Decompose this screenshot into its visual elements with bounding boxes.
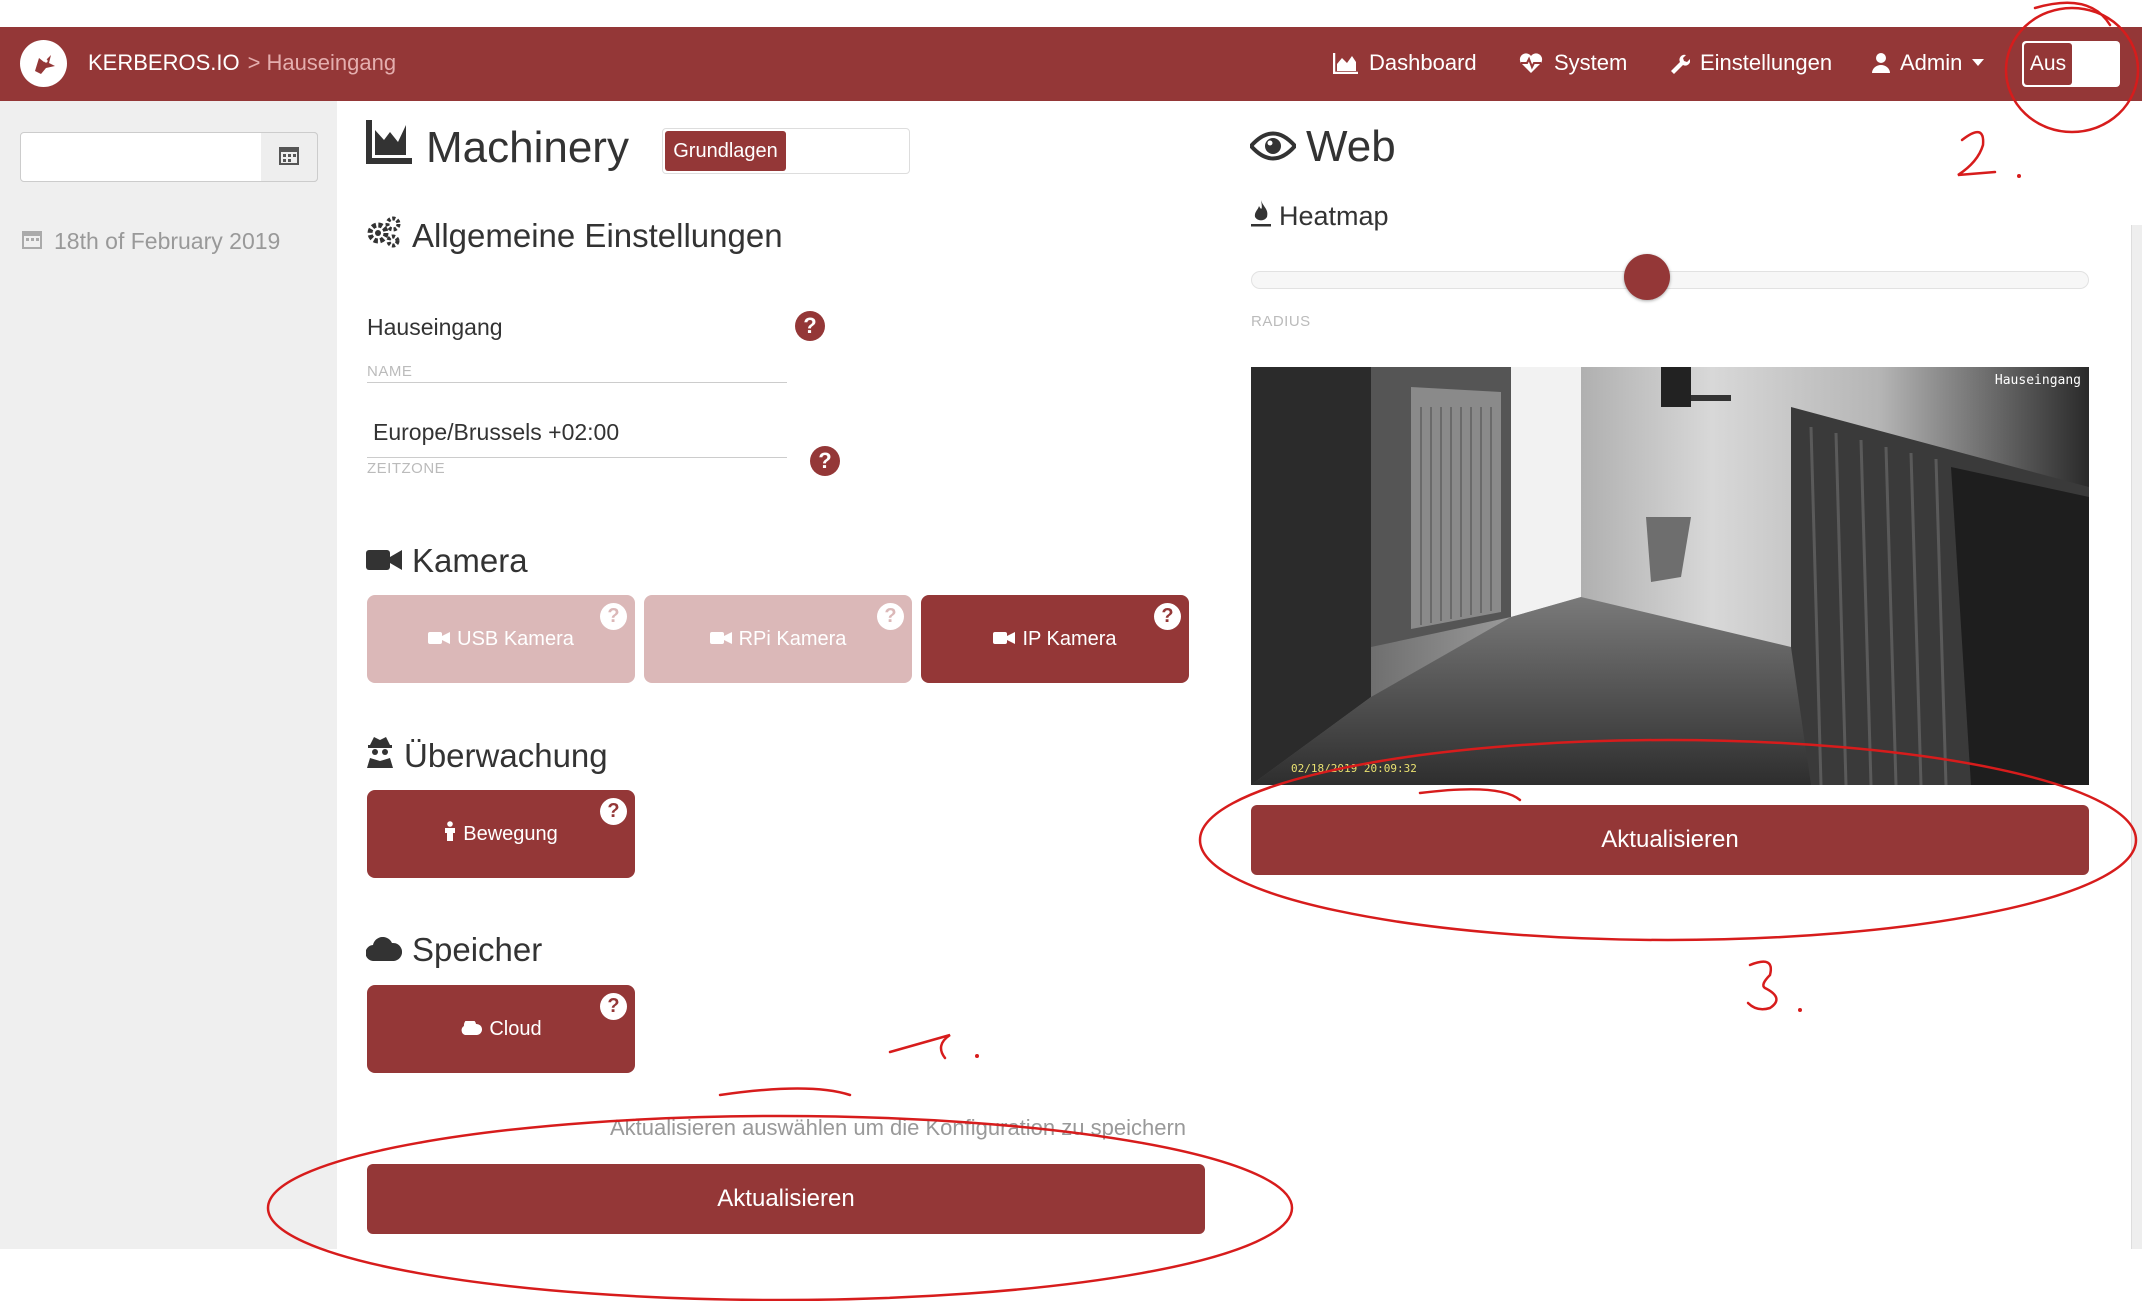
sidebar: 18th of February 2019 <box>0 101 337 1249</box>
name-field-underline <box>367 382 787 383</box>
camera-heading: Kamera <box>366 542 528 580</box>
annotation-number-1-dot <box>975 1054 979 1058</box>
timezone-field-value[interactable]: Europe/Brussels +02:00 <box>373 419 619 446</box>
heatmap-heading: Heatmap <box>1251 199 1389 234</box>
cloud-icon <box>365 931 403 969</box>
eye-icon <box>1248 122 1298 172</box>
video-camera-icon <box>993 628 1016 651</box>
breadcrumb-current: Hauseingang <box>266 50 397 75</box>
calendar-icon <box>279 145 299 170</box>
power-toggle[interactable]: Aus <box>2022 41 2120 87</box>
cloud-label: Cloud <box>489 1017 542 1040</box>
male-icon <box>444 821 456 847</box>
brand[interactable]: KERBEROS.IO > Hauseingang <box>88 50 396 76</box>
heatmap-title: Heatmap <box>1279 201 1389 231</box>
machinery-title: Machinery <box>426 122 629 172</box>
machinery-heading: Machinery <box>366 120 629 175</box>
rpi-camera-help-icon[interactable]: ? <box>877 603 904 630</box>
cloud-help-icon[interactable]: ? <box>600 993 627 1020</box>
camera-scene-image <box>1251 367 2089 785</box>
user-icon <box>1872 52 1890 74</box>
camera-live-view: Hauseingang 02/18/2019 20:09:32 <box>1251 367 2089 785</box>
rpi-camera-label: RPi Kamera <box>738 627 847 650</box>
annotation-number-2-glyph <box>1957 131 1997 177</box>
annotation-circle-web-update-tail <box>1418 788 1522 802</box>
cogs-icon <box>366 216 402 256</box>
name-help-icon[interactable]: ? <box>795 311 825 341</box>
heartbeat-icon <box>1518 52 1544 74</box>
nav-einstellungen[interactable]: Einstellungen <box>1668 50 1832 76</box>
power-toggle-label: Aus <box>2024 43 2072 85</box>
camera-timestamp: 02/18/2019 20:09:32 <box>1291 762 1417 775</box>
nav-system-label: System <box>1554 50 1628 75</box>
annotation-circle-config-update-tail <box>718 1087 852 1097</box>
timezone-help-icon[interactable]: ? <box>810 446 840 476</box>
storage-heading: Speicher <box>365 931 543 969</box>
timezone-field-label: ZEITZONE <box>367 460 446 477</box>
heatmap-radius-slider-track[interactable] <box>1251 271 2089 289</box>
web-title: Web <box>1306 122 1396 171</box>
machinery-chart-icon <box>366 120 412 175</box>
calendar-button[interactable] <box>261 132 318 182</box>
breadcrumb-separator: > <box>247 50 261 75</box>
selected-date: 18th of February 2019 <box>22 228 280 255</box>
ip-camera-label: IP Kamera <box>1022 627 1117 650</box>
video-camera-icon <box>428 628 451 651</box>
fire-icon <box>1251 199 1271 234</box>
usb-camera-label: USB Kamera <box>457 627 574 650</box>
save-hint-text: Aktualisieren auswählen um die Konfigura… <box>610 1115 1187 1140</box>
name-field-label: NAME <box>367 363 413 380</box>
motion-option[interactable]: Bewegung ? <box>367 790 635 878</box>
annotation-number-2-dot <box>2017 174 2021 178</box>
nav-admin-dropdown[interactable]: Admin <box>1872 50 1985 76</box>
kerberos-logo-icon[interactable] <box>20 40 67 87</box>
rpi-camera-option[interactable]: RPi Kamera ? <box>644 595 912 683</box>
brand-name: KERBEROS.IO <box>88 50 240 75</box>
mode-grundlagen-button[interactable]: Grundlagen <box>665 131 786 171</box>
ip-camera-option[interactable]: IP Kamera ? <box>921 595 1189 683</box>
timezone-field-underline <box>367 457 787 458</box>
annotation-number-3-dot <box>1798 1008 1802 1012</box>
caret-down-icon <box>1972 59 1985 67</box>
cloud-option[interactable]: Cloud ? <box>367 985 635 1073</box>
update-web-button[interactable]: Aktualisieren <box>1251 805 2089 875</box>
web-heading: Web <box>1248 122 1396 172</box>
usb-camera-help-icon[interactable]: ? <box>600 603 627 630</box>
name-field-value[interactable]: Hauseingang <box>367 314 503 341</box>
general-settings-heading: Allgemeine Einstellungen <box>366 216 783 256</box>
radius-label: RADIUS <box>1251 313 1311 330</box>
cloud-icon <box>460 1018 483 1041</box>
camera-overlay-name: Hauseingang <box>1994 373 2081 388</box>
update-config-button[interactable]: Aktualisieren <box>367 1164 1205 1234</box>
nav-system[interactable]: System <box>1518 50 1627 76</box>
usb-camera-option[interactable]: USB Kamera ? <box>367 595 635 683</box>
video-camera-icon <box>366 542 402 580</box>
mode-switch[interactable]: Grundlagen <box>662 128 910 174</box>
camera-title: Kamera <box>412 542 528 579</box>
annotation-number-1-glyph <box>888 1033 951 1060</box>
motion-label: Bewegung <box>463 822 558 845</box>
nav-einstellungen-label: Einstellungen <box>1700 50 1833 75</box>
storage-title: Speicher <box>412 931 543 968</box>
heatmap-radius-slider-thumb[interactable] <box>1624 254 1670 300</box>
area-chart-icon <box>1333 52 1359 74</box>
selected-date-text: 18th of February 2019 <box>54 228 281 254</box>
ip-camera-help-icon[interactable]: ? <box>1154 603 1181 630</box>
video-camera-icon <box>709 628 732 651</box>
wrench-icon <box>1668 52 1690 74</box>
annotation-circle-toggle-tail <box>2033 1 2112 27</box>
user-secret-icon <box>366 736 394 776</box>
surveillance-heading: Überwachung <box>366 736 608 776</box>
general-settings-title: Allgemeine Einstellungen <box>412 217 783 254</box>
calendar-small-icon <box>22 228 42 255</box>
page-scrollbar[interactable] <box>2131 225 2142 1249</box>
top-navbar: KERBEROS.IO > Hauseingang Dashboard System… <box>0 27 2142 101</box>
nav-dashboard[interactable]: Dashboard <box>1333 50 1477 76</box>
nav-admin-label: Admin <box>1900 50 1963 75</box>
surveillance-title: Überwachung <box>404 737 608 774</box>
annotation-number-3-glyph <box>1746 960 1778 1011</box>
motion-help-icon[interactable]: ? <box>600 798 627 825</box>
nav-dashboard-label: Dashboard <box>1369 50 1477 75</box>
